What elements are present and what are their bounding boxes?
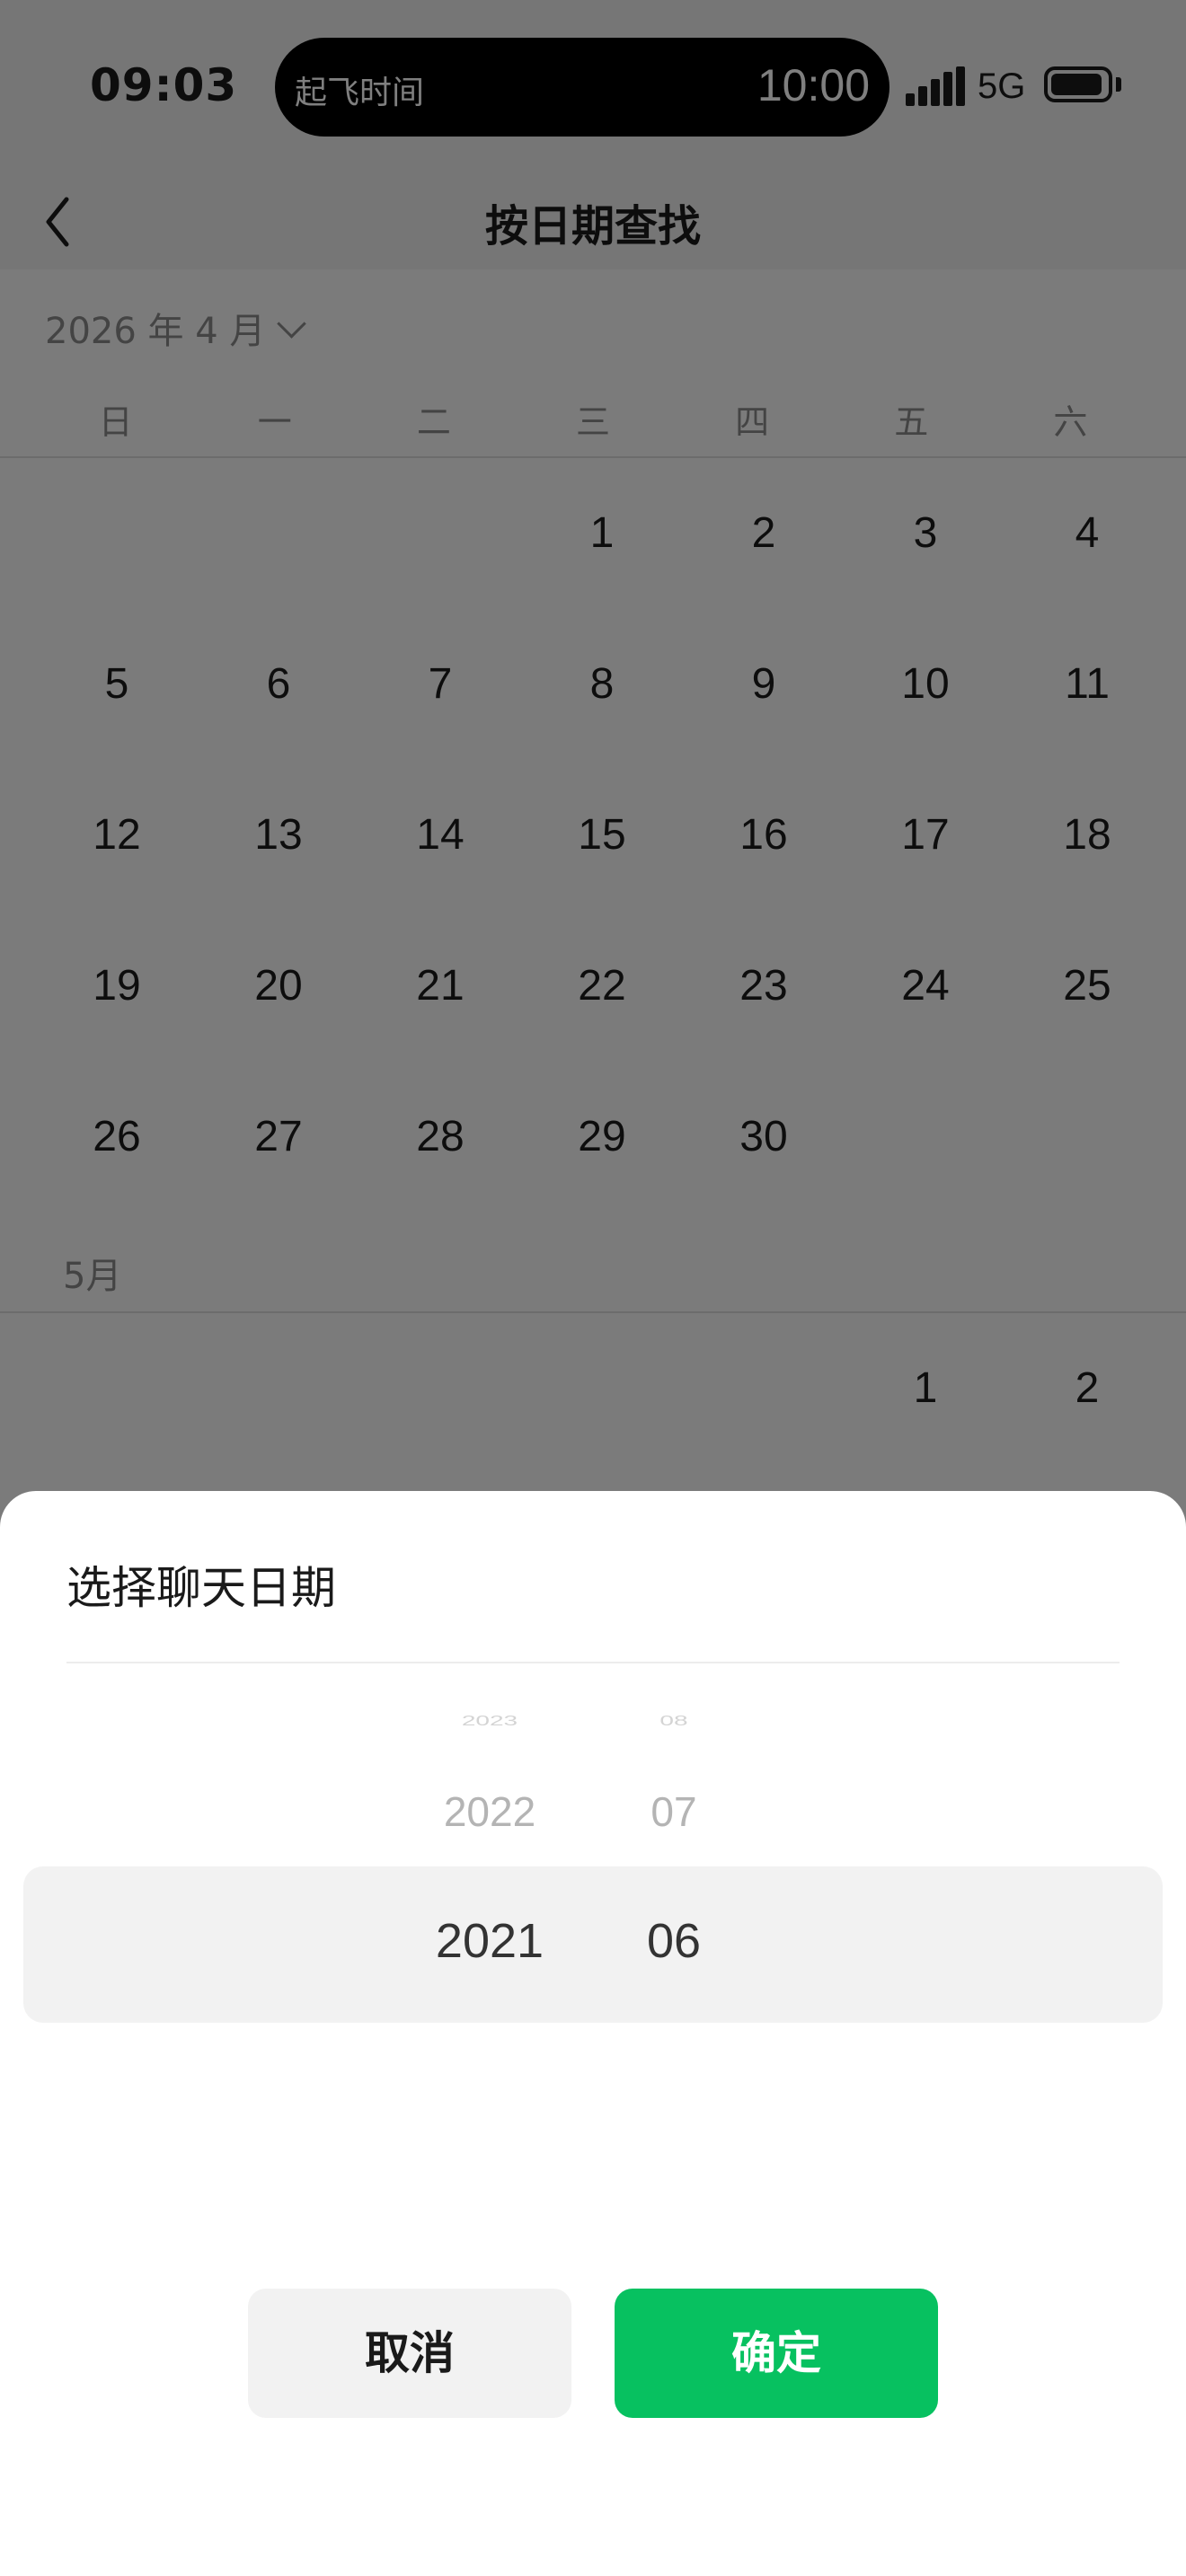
month-option[interactable]: 07 bbox=[620, 1787, 728, 1836]
divider bbox=[66, 1662, 1120, 1663]
year-option[interactable]: 2022 bbox=[413, 1787, 566, 1836]
year-selected[interactable]: 2021 bbox=[413, 1913, 566, 1969]
month-option[interactable]: 08 bbox=[620, 1713, 728, 1729]
picker-selection-highlight bbox=[23, 1866, 1163, 2023]
sheet-title: 选择聊天日期 bbox=[66, 1562, 336, 1614]
cancel-button[interactable]: 取消 bbox=[248, 2289, 571, 2418]
confirm-button[interactable]: 确定 bbox=[615, 2289, 938, 2418]
month-selected[interactable]: 06 bbox=[620, 1913, 728, 1969]
year-option[interactable]: 2023 bbox=[413, 1713, 566, 1729]
date-picker-sheet: 选择聊天日期 2023 2022 2021 08 07 06 取消 确定 bbox=[0, 1491, 1186, 2576]
